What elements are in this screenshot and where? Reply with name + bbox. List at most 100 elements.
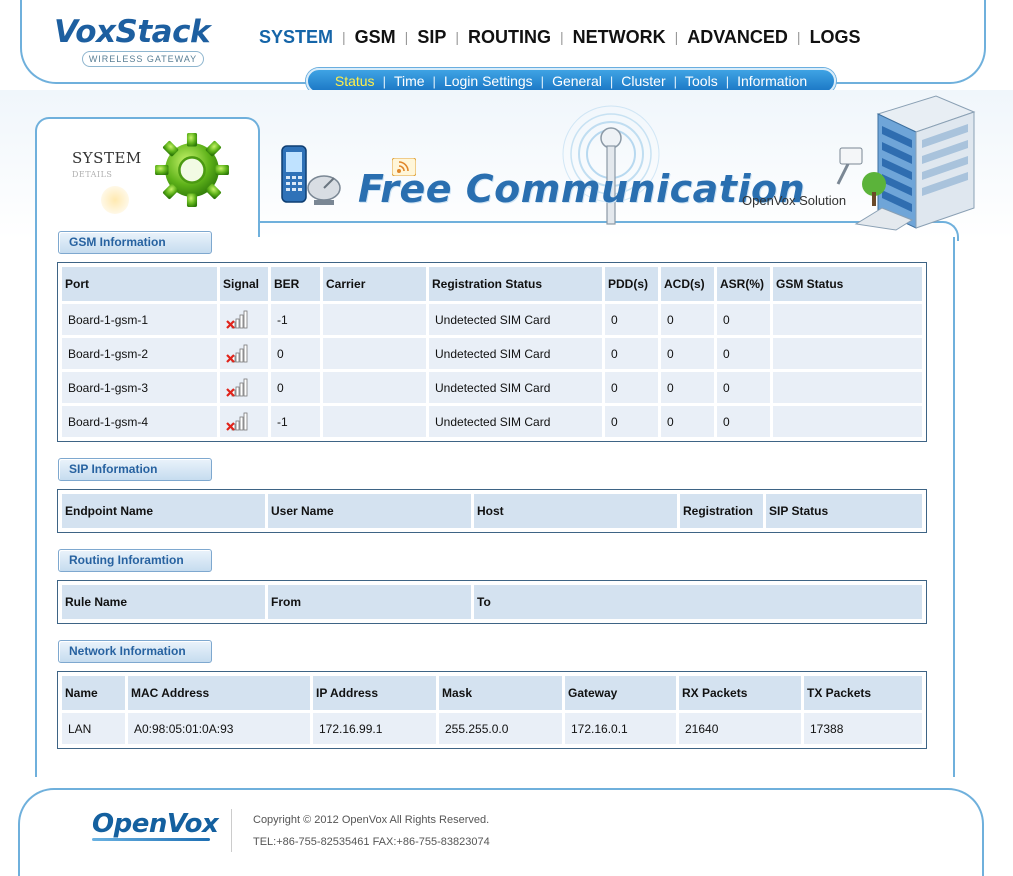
- acd-cell: 0: [661, 304, 714, 335]
- ber-cell: -1: [271, 406, 320, 437]
- carrier-cell: [323, 304, 426, 335]
- column-header: User Name: [268, 494, 471, 528]
- phone-satellite-icon: [281, 145, 341, 205]
- table-row: Board-1-gsm-2 0 Undetected SIM Card 0 0 …: [62, 338, 922, 369]
- no-signal-icon: [226, 378, 248, 397]
- column-header: ACD(s): [661, 267, 714, 301]
- subnav-general[interactable]: General: [544, 73, 610, 89]
- banner-slogan: Free Communication: [358, 167, 806, 211]
- routing-section-label[interactable]: Routing Inforamtion: [58, 549, 212, 572]
- contact-text: TEL:+86-755-82535461 FAX:+86-755-8382307…: [253, 836, 490, 848]
- column-header: BER: [271, 267, 320, 301]
- subnav-information[interactable]: Information: [729, 73, 815, 89]
- gear-icon: [155, 133, 229, 207]
- table-row: Board-1-gsm-4 -1 Undetected SIM Card 0 0…: [62, 406, 922, 437]
- subnav-tools[interactable]: Tools: [677, 73, 726, 89]
- column-header: Gateway: [565, 676, 676, 710]
- ber-cell: 0: [271, 372, 320, 403]
- column-header: SIP Status: [766, 494, 922, 528]
- column-header: GSM Status: [773, 267, 922, 301]
- asr-cell: 0: [717, 372, 770, 403]
- column-header: ASR(%): [717, 267, 770, 301]
- table-row: LAN A0:98:05:01:0A:93 172.16.99.1 255.25…: [62, 713, 922, 744]
- table-row: Board-1-gsm-3 0 Undetected SIM Card 0 0 …: [62, 372, 922, 403]
- column-header: Registration: [680, 494, 763, 528]
- column-header: Endpoint Name: [62, 494, 265, 528]
- subnav-cluster[interactable]: Cluster: [613, 73, 673, 89]
- banner-solution-text: OpenVox Solution: [742, 193, 847, 208]
- copyright-text: Copyright © 2012 OpenVox All Rights Rese…: [253, 814, 490, 826]
- gsm-table: Port Signal BER Carrier Registration Sta…: [57, 262, 927, 442]
- signal-cell: [220, 304, 268, 335]
- subnav-login-settings[interactable]: Login Settings: [436, 73, 541, 89]
- column-header: To: [474, 585, 922, 619]
- signal-cell: [220, 372, 268, 403]
- ip-address-cell: 172.16.99.1: [313, 713, 436, 744]
- registration-status-cell: Undetected SIM Card: [429, 304, 602, 335]
- gsm-status-cell: [773, 406, 922, 437]
- sip-section-label[interactable]: SIP Information: [58, 458, 212, 481]
- pdd-cell: 0: [605, 406, 658, 437]
- pdd-cell: 0: [605, 372, 658, 403]
- section-title: SYSTEM: [72, 149, 142, 167]
- table-header-row: Port Signal BER Carrier Registration Sta…: [62, 267, 922, 301]
- asr-cell: 0: [717, 338, 770, 369]
- table-header-row: Name MAC Address IP Address Mask Gateway…: [62, 676, 922, 710]
- name-cell: LAN: [62, 713, 125, 744]
- gsm-section-label[interactable]: GSM Information: [58, 231, 212, 254]
- column-header: Host: [474, 494, 677, 528]
- pdd-cell: 0: [605, 338, 658, 369]
- gateway-cell: 172.16.0.1: [565, 713, 676, 744]
- column-header: Port: [62, 267, 217, 301]
- no-signal-icon: [226, 344, 248, 363]
- nav-advanced[interactable]: ADVANCED: [678, 27, 797, 48]
- carrier-cell: [323, 406, 426, 437]
- column-header: RX Packets: [679, 676, 801, 710]
- subnav-status[interactable]: Status: [327, 73, 383, 89]
- registration-status-cell: Undetected SIM Card: [429, 372, 602, 403]
- routing-table: Rule Name From To: [57, 580, 927, 624]
- ber-cell: 0: [271, 338, 320, 369]
- acd-cell: 0: [661, 338, 714, 369]
- footer-logo[interactable]: OpenVox: [92, 809, 219, 839]
- footer-logo-swoosh: [92, 838, 210, 841]
- section-subtitle: DETAILS: [72, 170, 113, 179]
- nav-gsm[interactable]: GSM: [346, 27, 405, 48]
- column-header: From: [268, 585, 471, 619]
- column-header: Registration Status: [429, 267, 602, 301]
- ber-cell: -1: [271, 304, 320, 335]
- column-header: Mask: [439, 676, 562, 710]
- signal-cell: [220, 406, 268, 437]
- network-section-label[interactable]: Network Information: [58, 640, 212, 663]
- tx-packets-cell: 17388: [804, 713, 922, 744]
- port-cell: Board-1-gsm-3: [62, 372, 217, 403]
- brand-tagline: WIRELESS GATEWAY: [82, 51, 204, 67]
- column-header: IP Address: [313, 676, 436, 710]
- building-icon: [836, 95, 976, 231]
- nav-network[interactable]: NETWORK: [564, 27, 675, 48]
- asr-cell: 0: [717, 406, 770, 437]
- column-header: Name: [62, 676, 125, 710]
- nav-logs[interactable]: LOGS: [801, 27, 870, 48]
- table-header-row: Endpoint Name User Name Host Registratio…: [62, 494, 922, 528]
- mask-cell: 255.255.0.0: [439, 713, 562, 744]
- gsm-status-cell: [773, 304, 922, 335]
- network-table: Name MAC Address IP Address Mask Gateway…: [57, 671, 927, 749]
- subnav-time[interactable]: Time: [386, 73, 433, 89]
- signal-cell: [220, 338, 268, 369]
- column-header: Rule Name: [62, 585, 265, 619]
- acd-cell: 0: [661, 406, 714, 437]
- column-header: Signal: [220, 267, 268, 301]
- nav-system[interactable]: SYSTEM: [250, 27, 342, 48]
- rx-packets-cell: 21640: [679, 713, 801, 744]
- no-signal-icon: [226, 412, 248, 431]
- pdd-cell: 0: [605, 304, 658, 335]
- registration-status-cell: Undetected SIM Card: [429, 406, 602, 437]
- nav-routing[interactable]: ROUTING: [459, 27, 560, 48]
- nav-sip[interactable]: SIP: [408, 27, 455, 48]
- column-header: TX Packets: [804, 676, 922, 710]
- mac-address-cell: A0:98:05:01:0A:93: [128, 713, 310, 744]
- column-header: PDD(s): [605, 267, 658, 301]
- brand-logo: VoxStack: [54, 14, 211, 50]
- acd-cell: 0: [661, 372, 714, 403]
